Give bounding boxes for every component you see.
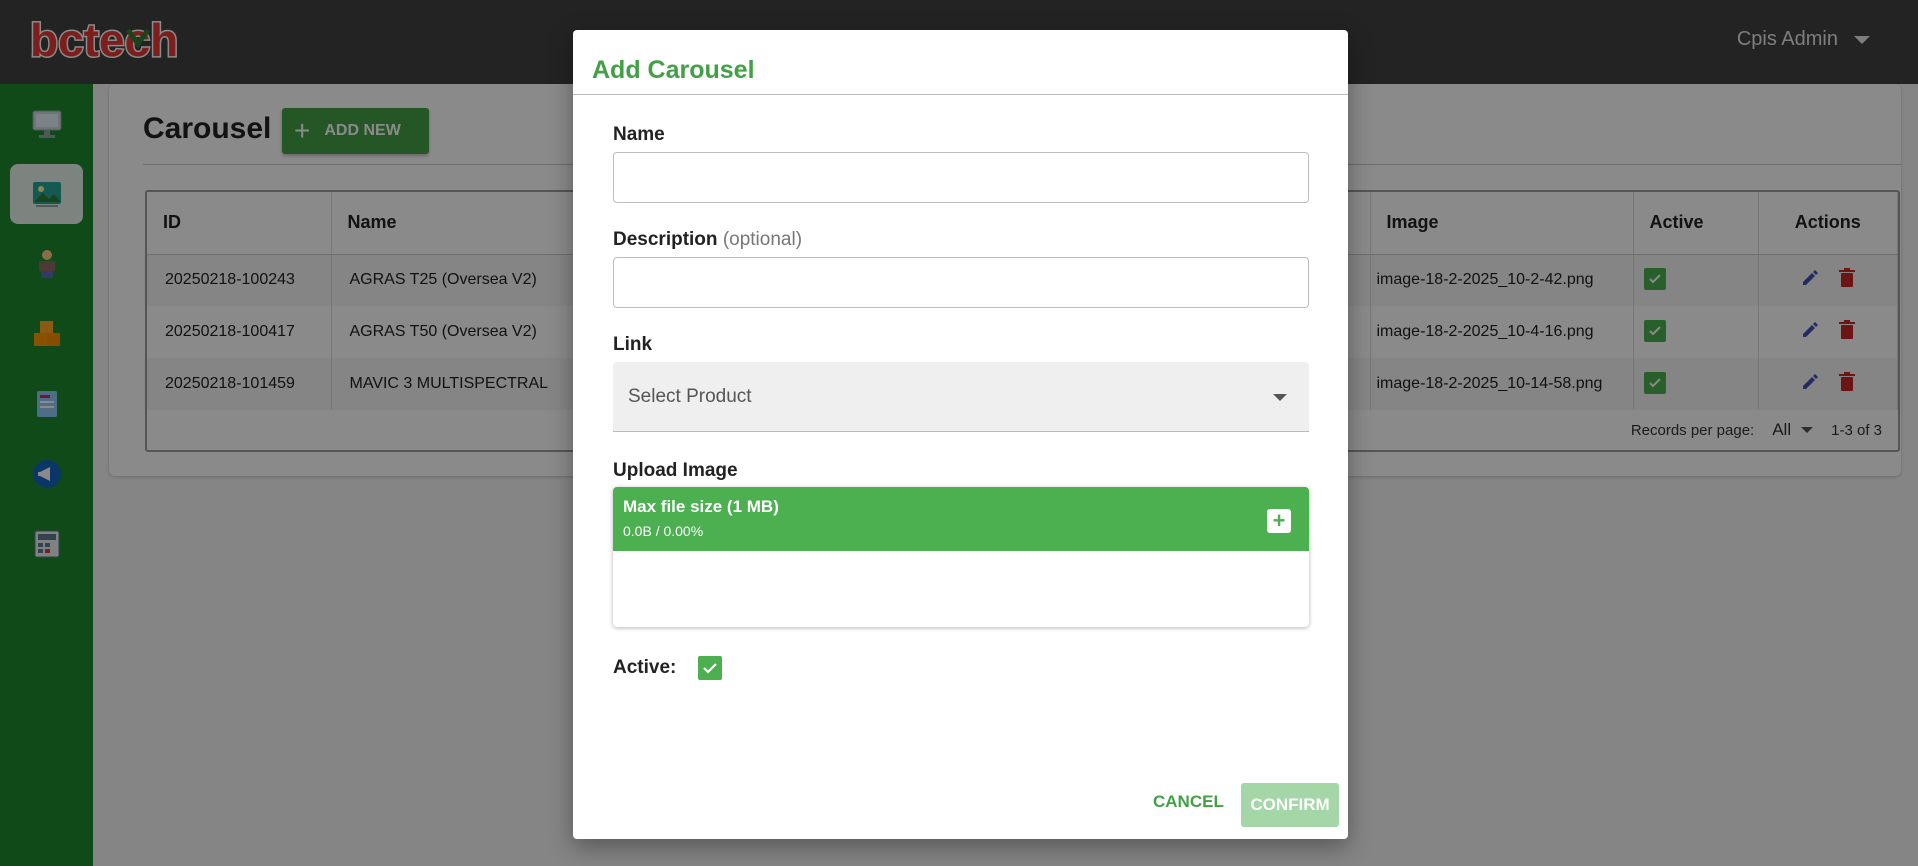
active-field: Active:: [613, 656, 723, 680]
uploader-header: Max file size (1 MB) 0.0B / 0.00% +: [613, 487, 1309, 551]
name-input[interactable]: [613, 152, 1309, 203]
cancel-button[interactable]: CANCEL: [1143, 780, 1234, 824]
dialog-title: Add Carousel: [592, 56, 755, 84]
add-carousel-dialog: Add Carousel Name Description (optional)…: [573, 30, 1348, 839]
divider: [573, 94, 1348, 95]
add-file-icon[interactable]: +: [1267, 509, 1291, 533]
upload-image-label: Upload Image: [613, 460, 738, 481]
image-uploader[interactable]: Max file size (1 MB) 0.0B / 0.00% +: [613, 487, 1309, 627]
link-label: Link: [613, 334, 653, 355]
description-label-text: Description: [613, 229, 718, 250]
active-label: Active:: [613, 657, 677, 678]
active-checkbox[interactable]: [698, 656, 723, 680]
description-label: Description (optional): [613, 229, 802, 251]
link-select-placeholder: Select Product: [628, 385, 752, 407]
chevron-down-icon: [1273, 394, 1287, 401]
description-input[interactable]: [613, 257, 1309, 308]
description-optional-hint: (optional): [722, 229, 803, 250]
confirm-button[interactable]: CONFIRM: [1241, 783, 1339, 827]
upload-max-size: Max file size (1 MB): [623, 497, 779, 516]
link-select[interactable]: Select Product: [613, 362, 1309, 432]
upload-progress: 0.0B / 0.00%: [623, 523, 704, 539]
name-label: Name: [613, 124, 665, 145]
